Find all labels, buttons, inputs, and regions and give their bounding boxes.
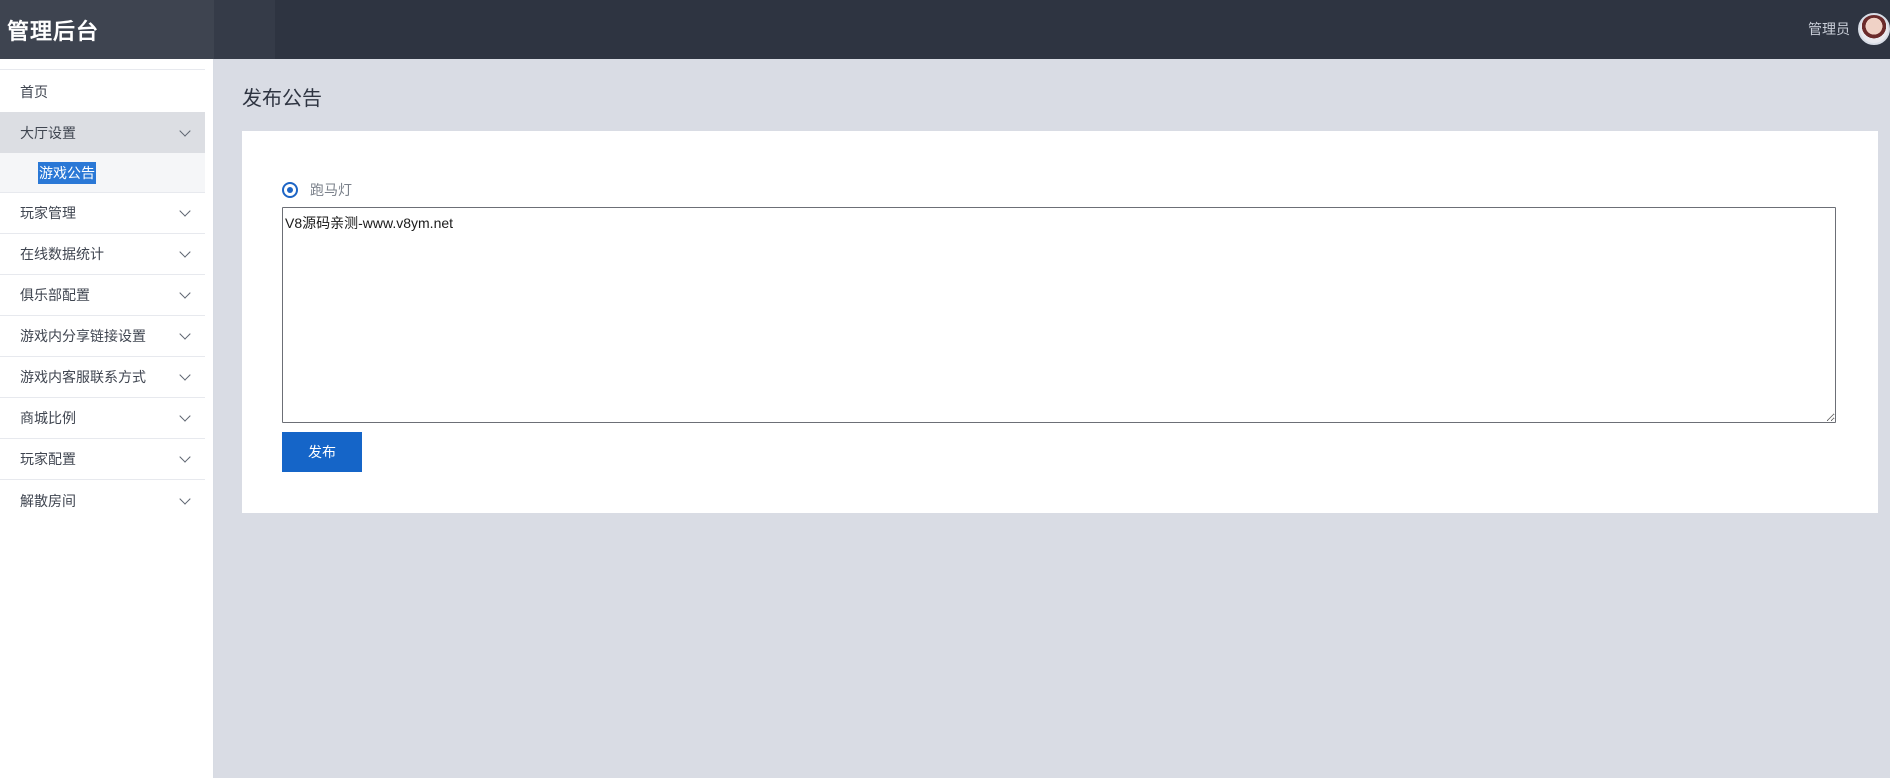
app-title: 管理后台 <box>7 19 100 44</box>
user-menu[interactable]: 管理员 <box>1808 12 1890 46</box>
sidebar-item-player-config[interactable]: 玩家配置 <box>0 439 205 480</box>
marquee-option[interactable]: 跑马灯 <box>282 180 352 200</box>
sidebar-item-player-management[interactable]: 玩家管理 <box>0 193 205 234</box>
sidebar-subitem-game-announcement[interactable]: 游戏公告 <box>0 153 205 193</box>
top-header: 管理后台 管理员 <box>0 0 1890 59</box>
chevron-down-icon <box>179 205 191 217</box>
marquee-radio-label[interactable]: 跑马灯 <box>310 180 352 200</box>
chevron-down-icon <box>179 287 191 299</box>
announcement-textarea[interactable]: V8源码亲测-www.v8ym.net <box>282 207 1836 423</box>
chevron-down-icon <box>179 451 191 463</box>
sidebar-menu: 首页 大厅设置 游戏公告 玩家管理 在线数据统计 俱乐部配置 游戏内分享链接设置… <box>0 71 205 521</box>
sidebar-item-label: 解散房间 <box>20 492 76 509</box>
announcement-panel: 跑马灯 V8源码亲测-www.v8ym.net 发布 <box>242 131 1878 513</box>
brand-area: 管理后台 <box>0 0 214 59</box>
sidebar-item-label: 在线数据统计 <box>20 246 104 262</box>
sidebar-item-home[interactable]: 首页 <box>0 71 205 112</box>
sidebar-item-label: 大厅设置 <box>20 124 76 141</box>
sidebar-item-label: 首页 <box>20 83 48 100</box>
sidebar-item-label: 游戏内分享链接设置 <box>20 328 146 344</box>
sidebar-item-share-link-settings[interactable]: 游戏内分享链接设置 <box>0 316 205 357</box>
sidebar-item-mall-ratio[interactable]: 商城比例 <box>0 398 205 439</box>
chevron-down-icon <box>179 369 191 381</box>
marquee-radio[interactable] <box>282 182 298 198</box>
radio-checked-dot <box>287 187 293 193</box>
sidebar-item-customer-service-contact[interactable]: 游戏内客服联系方式 <box>0 357 205 398</box>
sidebar-item-label: 商城比例 <box>20 410 76 426</box>
user-name[interactable]: 管理员 <box>1808 19 1850 39</box>
sidebar: 首页 大厅设置 游戏公告 玩家管理 在线数据统计 俱乐部配置 游戏内分享链接设置… <box>0 59 214 778</box>
sidebar-item-dissolve-room[interactable]: 解散房间 <box>0 480 205 521</box>
page-title: 发布公告 <box>242 88 322 110</box>
sidebar-toggle-area <box>214 0 275 59</box>
sidebar-item-club-config[interactable]: 俱乐部配置 <box>0 275 205 316</box>
sidebar-item-label: 游戏内客服联系方式 <box>20 369 146 385</box>
chevron-down-icon <box>179 246 191 258</box>
sidebar-divider <box>0 69 205 70</box>
sidebar-item-label: 玩家配置 <box>20 451 76 467</box>
sidebar-item-lobby-settings[interactable]: 大厅设置 <box>0 112 205 153</box>
sidebar-item-label: 俱乐部配置 <box>20 287 90 303</box>
chevron-down-icon <box>179 410 191 422</box>
sidebar-subitem-label: 游戏公告 <box>38 161 96 184</box>
sidebar-item-online-stats[interactable]: 在线数据统计 <box>0 234 205 275</box>
chevron-down-icon <box>179 124 191 137</box>
chevron-down-icon <box>179 328 191 340</box>
chevron-down-icon <box>179 492 191 505</box>
publish-button[interactable]: 发布 <box>282 432 362 472</box>
sidebar-item-label: 玩家管理 <box>20 205 76 221</box>
avatar[interactable] <box>1858 13 1890 45</box>
